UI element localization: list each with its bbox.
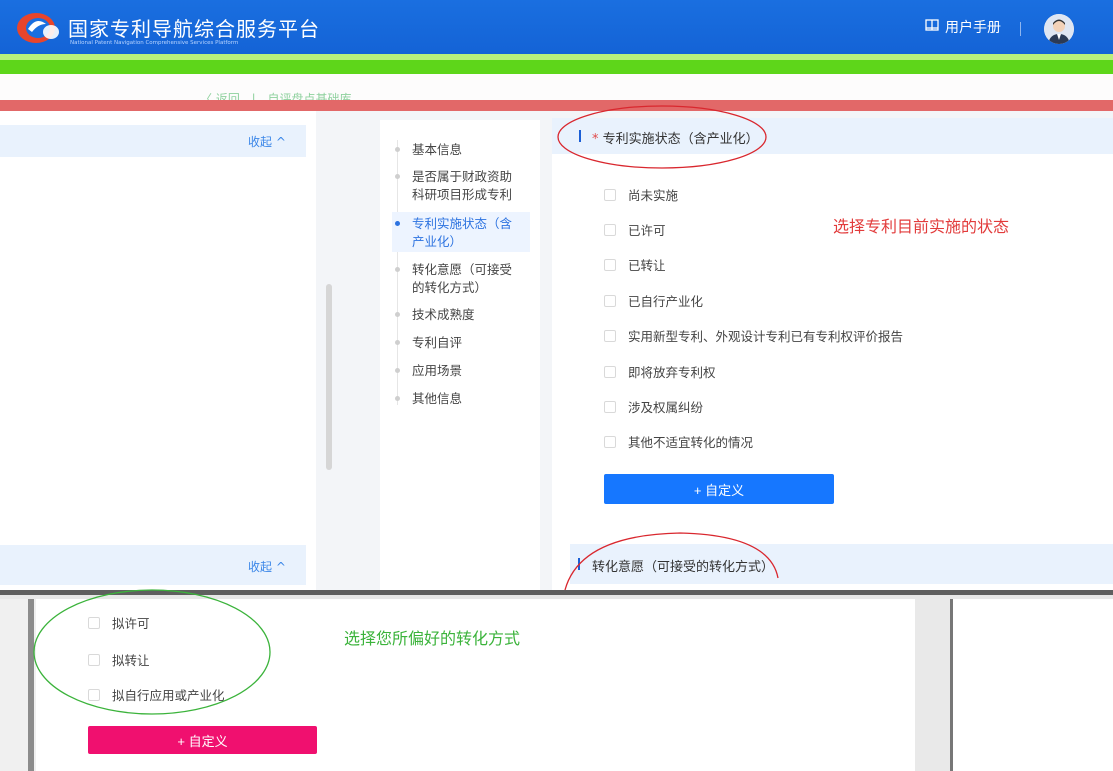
option-label: 即将放弃专利权 (628, 365, 716, 380)
nav-item-other-info[interactable]: 其他信息 (392, 390, 532, 408)
annotation-implementation-note: 选择专利目前实施的状态 (833, 217, 1010, 236)
checkbox[interactable] (604, 400, 616, 413)
checkbox[interactable] (604, 188, 616, 201)
bottom-right-edge (950, 599, 953, 771)
platform-logo-icon[interactable] (14, 10, 62, 46)
option-label: 实用新型专利、外观设计专利已有专利权评价报告 (628, 329, 904, 344)
option-ownership-dispute[interactable]: 涉及权属纠纷 (604, 397, 703, 416)
option-label: 尚未实施 (628, 188, 679, 203)
option-label: 涉及权属纠纷 (628, 400, 704, 415)
header-divider (1020, 22, 1021, 36)
option-plan-transfer[interactable]: 拟转让 (88, 650, 150, 669)
option-label: 其他不适宜转化的情况 (628, 435, 754, 450)
option-plan-license[interactable]: 拟许可 (88, 613, 150, 632)
option-label: 拟转让 (112, 653, 150, 668)
nav-item-self-evaluation[interactable]: 专利自评 (392, 334, 532, 352)
annotation-transfer-note: 选择您所偏好的转化方式 (344, 629, 521, 648)
collapse-button[interactable]: 收起 ^ (248, 133, 286, 150)
collapse-button-2[interactable]: 收起 ^ (248, 558, 286, 575)
section-header-implementation: * 专利实施状态（含产业化） (552, 118, 1113, 154)
option-other-unsuitable[interactable]: 其他不适宜转化的情况 (604, 432, 753, 451)
section-title: 专利实施状态（含产业化） (602, 132, 759, 147)
option-label: 已许可 (628, 223, 666, 238)
option-not-implemented[interactable]: 尚未实施 (604, 185, 678, 204)
nav-item-implementation-status[interactable]: 专利实施状态（含产业化） (392, 215, 532, 251)
nav-item-label: 基本信息 (412, 142, 463, 157)
checkbox[interactable] (88, 616, 100, 629)
option-plan-self-apply[interactable]: 拟自行应用或产业化 (88, 685, 225, 704)
section-marker (578, 558, 580, 570)
nav-item-label: 是否属于财政资助科研项目形成专利 (412, 169, 513, 202)
option-licensed[interactable]: 已许可 (604, 220, 666, 239)
option-label: 已转让 (628, 258, 666, 273)
option-self-industrialized[interactable]: 已自行产业化 (604, 291, 703, 310)
required-mark: * (592, 132, 599, 147)
user-avatar-icon[interactable] (1044, 14, 1074, 44)
nav-item-application-scenarios[interactable]: 应用场景 (392, 362, 532, 380)
option-abandon-soon[interactable]: 即将放弃专利权 (604, 362, 716, 381)
nav-item-basic-info[interactable]: 基本信息 (392, 141, 532, 159)
nav-item-funded-project[interactable]: 是否属于财政资助科研项目形成专利 (392, 168, 532, 204)
nav-item-label: 转化意愿（可接受的转化方式） (412, 262, 513, 295)
left-panel-header: 收起 ^ (0, 125, 306, 157)
option-label: 拟自行应用或产业化 (112, 688, 225, 703)
checkbox[interactable] (604, 365, 616, 378)
platform-subtitle: National Patent Navigation Comprehensive… (70, 40, 239, 46)
checkbox[interactable] (88, 653, 100, 666)
checkbox[interactable] (604, 223, 616, 236)
checkbox[interactable] (604, 258, 616, 271)
nav-item-label: 专利实施状态（含产业化） (412, 216, 513, 249)
left-panel-scrollbar[interactable] (326, 284, 332, 470)
nav-item-label: 技术成熟度 (412, 307, 475, 322)
custom-add-button[interactable]: + 自定义 (604, 474, 834, 504)
user-manual-link[interactable]: 用户手册 (925, 17, 1001, 37)
option-label: 已自行产业化 (628, 294, 704, 309)
section-header-transfer: 转化意愿（可接受的转化方式） (570, 544, 1113, 584)
option-label: 拟许可 (112, 616, 150, 631)
bottom-right-margin (915, 599, 953, 771)
section-title: 转化意愿（可接受的转化方式） (592, 560, 775, 575)
option-transferred[interactable]: 已转让 (604, 255, 666, 274)
checkbox[interactable] (604, 329, 616, 342)
checkbox[interactable] (88, 688, 100, 701)
platform-title: 国家专利导航综合服务平台 (68, 17, 320, 41)
nav-item-label: 应用场景 (412, 363, 463, 378)
left-panel (0, 111, 316, 591)
book-icon (925, 18, 939, 36)
left-panel-header-2: 收起 ^ (0, 545, 306, 585)
header-band-red (0, 100, 1113, 111)
checkbox[interactable] (604, 294, 616, 307)
option-evaluation-report[interactable]: 实用新型专利、外观设计专利已有专利权评价报告 (604, 326, 903, 345)
nav-item-tech-maturity[interactable]: 技术成熟度 (392, 306, 532, 324)
bottom-left-edge (28, 599, 34, 771)
user-manual-label: 用户手册 (945, 20, 1001, 36)
checkbox[interactable] (604, 435, 616, 448)
custom-add-button-2[interactable]: + 自定义 (88, 726, 317, 754)
section-marker (579, 130, 581, 142)
nav-item-label: 其他信息 (412, 391, 463, 406)
header-band-green (0, 60, 1113, 74)
nav-item-label: 专利自评 (412, 335, 463, 350)
nav-item-transfer-willingness[interactable]: 转化意愿（可接受的转化方式） (392, 261, 532, 297)
breadcrumb-bar (0, 74, 1113, 100)
